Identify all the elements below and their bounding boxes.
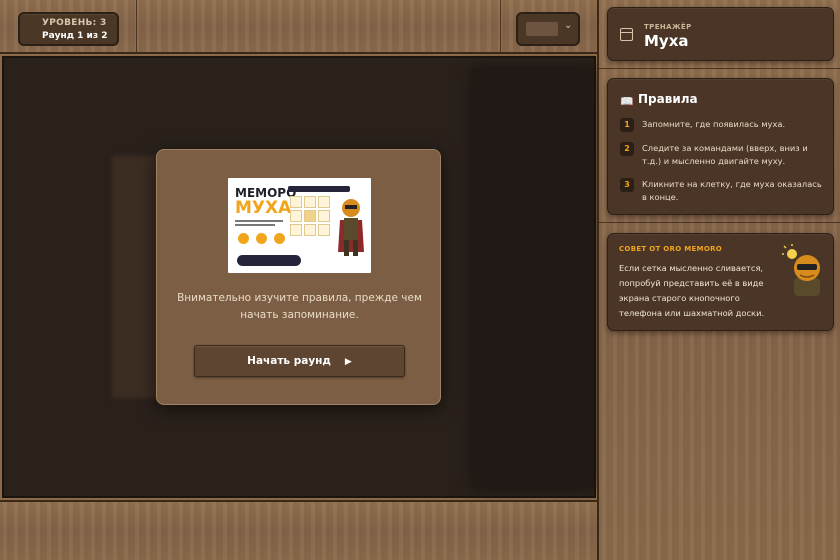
calendar-icon xyxy=(620,28,633,41)
select-swatch xyxy=(526,22,558,36)
tip-text: Если сетка мысленно сливается, попробуй … xyxy=(619,263,765,318)
preview-grid-cell xyxy=(290,210,302,222)
intro-modal: МЕМОРО МУХА Внимательно изучите правила,… xyxy=(156,149,441,405)
top-bar-divider xyxy=(500,0,501,52)
start-round-button[interactable]: Начать раунд ▶ xyxy=(194,345,405,377)
game-preview-image: МЕМОРО МУХА xyxy=(228,178,371,273)
preview-grid-cell xyxy=(318,224,330,236)
tip-panel: СОВЕТ ОТ ORO MEMORO Если сетка мысленно … xyxy=(607,233,834,331)
rule-number: 2 xyxy=(620,142,634,156)
preview-grid-cell xyxy=(304,196,316,208)
preview-text-line xyxy=(235,220,283,222)
book-icon: 📖 xyxy=(620,95,634,108)
chevron-down-icon: ⌄ xyxy=(564,20,573,31)
rule-text: Кликните на клетку, где муха оказалась в… xyxy=(642,179,822,202)
rules-heading: Правила xyxy=(638,92,698,106)
theme-select[interactable]: ⌄ xyxy=(516,12,580,46)
preview-badge xyxy=(237,255,301,266)
preview-grid-cell xyxy=(318,210,330,222)
preview-mascot-icon xyxy=(338,199,364,256)
preview-grid-cell xyxy=(290,196,302,208)
sidebar: ТРЕНАЖЁР Муха 📖 Правила 1 Запомните, где… xyxy=(597,0,840,560)
preview-grid-cell xyxy=(304,224,316,236)
preview-feature-icon xyxy=(238,233,249,244)
preview-grid-cell xyxy=(318,196,330,208)
play-area-side-panel xyxy=(472,68,594,488)
rule-text: Запомните, где появилась муха. xyxy=(642,119,786,129)
preview-feature-icon xyxy=(256,233,267,244)
level-indicator: УРОВЕНЬ: 3 Раунд 1 из 2 xyxy=(18,12,119,46)
bottom-bar xyxy=(0,500,597,560)
trainer-subtitle: ТРЕНАЖЁР xyxy=(644,23,692,31)
top-bar: УРОВЕНЬ: 3 Раунд 1 из 2 ⌄ xyxy=(0,0,597,54)
rule-number: 3 xyxy=(620,178,634,192)
round-label: Раунд 1 из 2 xyxy=(42,31,108,41)
tip-label: СОВЕТ ОТ ORO MEMORO xyxy=(619,245,723,253)
rule-number: 1 xyxy=(620,118,634,132)
start-round-label: Начать раунд xyxy=(247,355,331,367)
sidebar-divider xyxy=(599,222,840,223)
trainer-title: Муха xyxy=(644,32,689,50)
mascot-icon xyxy=(782,244,820,296)
preview-title-line2: МУХА xyxy=(235,198,292,218)
top-bar-divider xyxy=(136,0,137,52)
play-icon: ▶ xyxy=(344,357,352,367)
intro-text: Внимательно изучите правила, прежде чем … xyxy=(177,292,422,321)
rule-text: Следите за командами (вверх, вниз и т.д.… xyxy=(642,143,808,166)
preview-feature-icon xyxy=(274,233,285,244)
level-label: УРОВЕНЬ: 3 xyxy=(42,18,107,28)
rules-panel: 📖 Правила 1 Запомните, где появилась мух… xyxy=(607,78,834,215)
trainer-panel: ТРЕНАЖЁР Муха xyxy=(607,7,834,61)
preview-grid-cell xyxy=(304,210,316,222)
sidebar-divider xyxy=(599,68,840,69)
preview-grid-cell xyxy=(290,224,302,236)
preview-text-line xyxy=(235,224,275,226)
